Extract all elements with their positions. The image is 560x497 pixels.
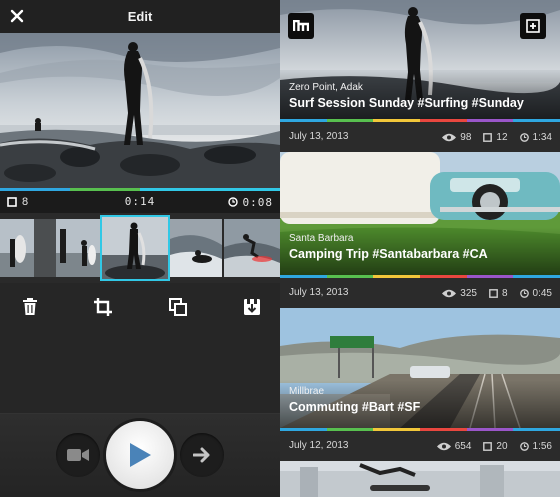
clip-filmstrip[interactable] <box>0 213 280 283</box>
playback-controls <box>0 413 280 497</box>
story-feed[interactable]: Zero Point, Adak Surf Session Sunday #Su… <box>280 0 560 497</box>
eye-icon <box>436 442 451 450</box>
trash-icon <box>23 298 37 315</box>
story-views: 325 <box>460 287 477 299</box>
story-duration: 0:45 <box>532 287 552 299</box>
eye-icon <box>442 133 457 141</box>
play-button[interactable] <box>106 421 174 489</box>
story-clips: 12 <box>496 131 508 143</box>
story-title[interactable]: Commuting #Bart #SF <box>289 400 420 414</box>
clip-thumbnail[interactable] <box>224 219 280 277</box>
plus-icon <box>526 19 540 33</box>
clip-count-icon <box>489 288 498 298</box>
story-meta: July 13, 2013 325 8 0:45 <box>280 278 560 308</box>
app-logo-icon <box>293 20 309 31</box>
crop-button[interactable] <box>92 296 114 318</box>
clock-icon <box>519 288 529 298</box>
duplicate-button[interactable] <box>167 296 189 318</box>
edit-toolbar <box>0 288 280 324</box>
add-story-button[interactable] <box>520 13 546 39</box>
story-date: July 13, 2013 <box>289 287 349 298</box>
editor-screen: Edit 8 0:14 0:08 <box>0 0 280 497</box>
duration-value: 0:08 <box>242 195 273 209</box>
story-duration: 1:34 <box>532 131 552 143</box>
story-title[interactable]: Surf Session Sunday #Surfing #Sunday <box>289 96 524 110</box>
crop-icon <box>94 298 112 316</box>
video-preview[interactable] <box>0 33 280 188</box>
story-meta: July 13, 2013 98 12 1:34 <box>280 122 560 152</box>
duplicate-icon <box>169 298 187 316</box>
save-icon <box>244 299 260 315</box>
story-location: Millbrae <box>289 386 325 397</box>
clip-count-icon <box>483 132 493 142</box>
duration: 0:08 <box>227 191 274 213</box>
page-title: Edit <box>127 9 153 24</box>
delete-button[interactable] <box>19 296 41 318</box>
next-button[interactable] <box>180 433 224 477</box>
play-icon <box>130 443 151 467</box>
app-logo[interactable] <box>288 13 314 39</box>
story-date: July 12, 2013 <box>289 440 349 451</box>
story-meta: July 12, 2013 654 20 1:56 <box>280 431 560 461</box>
story-clips: 8 <box>501 287 508 299</box>
clip-thumbnail-selected[interactable] <box>100 215 170 281</box>
story-card-image[interactable] <box>280 461 560 497</box>
video-camera-icon <box>67 449 89 461</box>
clock-icon <box>227 197 238 207</box>
story-location: Santa Barbara <box>289 233 354 244</box>
clock-icon <box>519 132 529 142</box>
save-button[interactable] <box>241 296 263 318</box>
editor-topbar: Edit <box>0 0 280 33</box>
clip-thumbnail[interactable] <box>170 219 222 277</box>
story-duration: 1:56 <box>532 440 552 452</box>
arrow-right-icon <box>193 447 210 463</box>
camera-button[interactable] <box>56 433 100 477</box>
story-location: Zero Point, Adak <box>289 82 363 93</box>
story-date: July 13, 2013 <box>289 131 349 142</box>
story-views: 98 <box>460 131 472 143</box>
clip-count-icon <box>483 441 493 451</box>
story-title[interactable]: Camping Trip #Santabarbara #CA <box>289 247 488 261</box>
editor-statusbar: 8 0:14 0:08 <box>0 191 280 213</box>
eye-icon <box>442 289 457 297</box>
story-views: 654 <box>454 440 472 452</box>
clip-thumbnail[interactable] <box>0 219 100 277</box>
clock-icon <box>519 441 529 451</box>
story-clips: 20 <box>496 440 508 452</box>
